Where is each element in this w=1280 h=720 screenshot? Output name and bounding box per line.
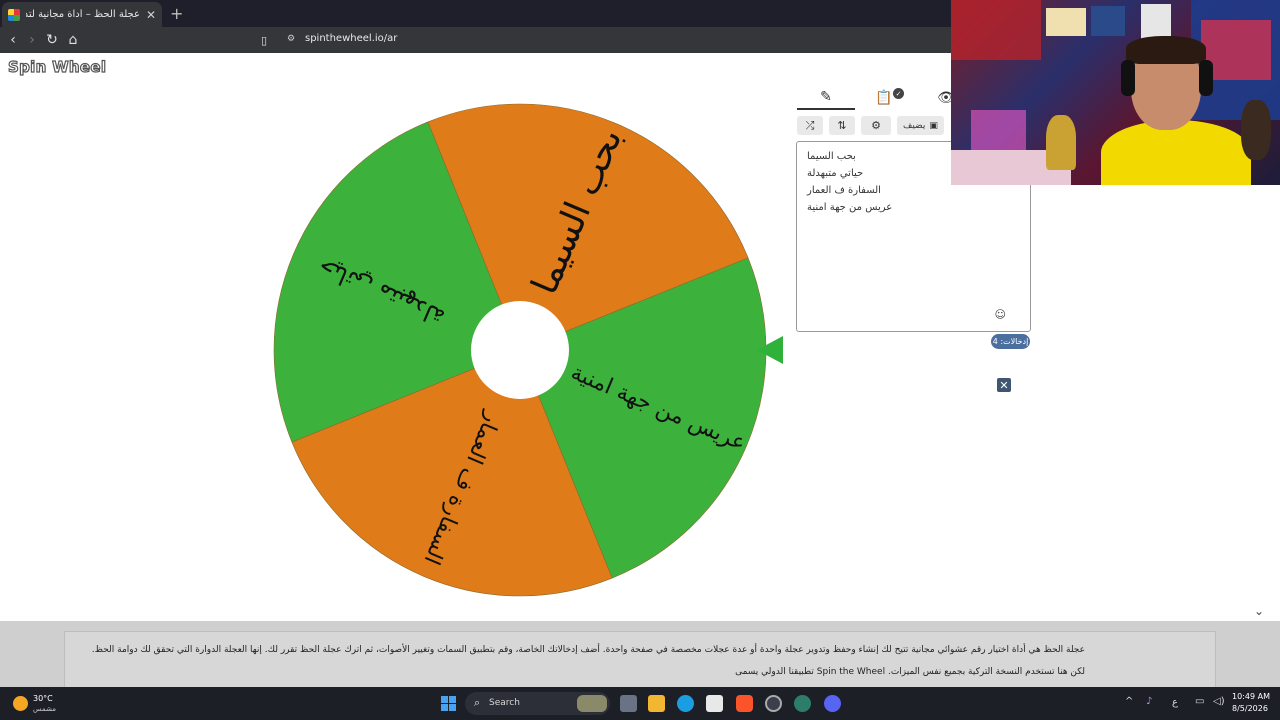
vpn-icon[interactable] — [794, 695, 811, 712]
back-icon[interactable]: ‹ — [3, 30, 23, 50]
add-label: يضيف — [903, 120, 926, 131]
chevron-down-icon[interactable]: ⌄ — [1254, 604, 1264, 618]
weather-desc: مشمس — [33, 705, 56, 713]
address-bar[interactable]: spinthewheel.io/ar — [305, 33, 397, 44]
settings-gear-icon[interactable]: ⚙ — [861, 116, 891, 135]
new-tab-button[interactable]: + — [170, 4, 183, 23]
emoji-icon[interactable]: ☺ — [995, 308, 1006, 321]
search-icon: ⌕ — [474, 696, 481, 709]
microphone-icon[interactable]: ♪ — [1146, 696, 1152, 707]
info-box: عجلة الحظ هي أداة اختيار رقم عشوائي مجان… — [64, 631, 1216, 687]
app-icon[interactable] — [765, 695, 782, 712]
widget-icon[interactable] — [577, 695, 607, 712]
sort-button[interactable]: ⇅ — [829, 116, 855, 135]
volume-icon[interactable]: ◁) — [1213, 696, 1225, 707]
wheel-center-button[interactable] — [471, 301, 569, 399]
webcam-overlay-image — [951, 0, 1280, 185]
site-info-icon[interactable]: ⚙ — [287, 34, 297, 44]
weather-sun-icon[interactable] — [13, 696, 28, 711]
windows-taskbar: 30°C مشمس ⌕ Search ^ ♪ ع ▭ ◁) 10:49 AM 8… — [0, 687, 1280, 720]
tab-close-icon[interactable]: ✕ — [146, 8, 156, 22]
clock-date[interactable]: 8/5/2026 — [1232, 704, 1268, 713]
results-badge-icon: ✓ — [893, 88, 904, 99]
add-image-button[interactable]: يضيف ▣ — [897, 116, 944, 135]
pencil-icon: ✎ — [820, 89, 832, 105]
spin-wheel[interactable]: بحب السيماعريس من جهة امنيةالسفارة ف الع… — [260, 94, 780, 604]
brave-icon[interactable] — [736, 695, 753, 712]
discord-icon[interactable] — [824, 695, 841, 712]
network-icon[interactable]: ▭ — [1195, 696, 1204, 707]
tab-results[interactable]: 📋 ✓ — [855, 86, 913, 110]
language-indicator[interactable]: ع — [1172, 697, 1178, 708]
clipboard-icon: 📋 — [875, 90, 893, 106]
image-icon: ▣ — [929, 120, 938, 131]
windows-start-icon[interactable] — [441, 696, 456, 711]
tab-title: عجلة الحظ – أداة مجانية لتدوير الع — [26, 9, 140, 20]
bookmark-icon[interactable]: ▯ — [254, 30, 274, 50]
reload-icon[interactable]: ↻ — [42, 30, 62, 50]
entries-count-badge: إدخالات: 4 — [991, 334, 1030, 349]
file-explorer-icon[interactable] — [648, 695, 665, 712]
wheel-pointer-icon — [757, 336, 783, 364]
site-logo[interactable]: Spin Wheel — [7, 57, 106, 76]
tab-edit[interactable]: ✎ — [797, 86, 855, 110]
shuffle-button[interactable]: ⤮ — [797, 116, 823, 135]
site-favicon-icon — [8, 8, 20, 21]
info-paragraph-2: لكن هنا تستخدم النسخة التركية بجميع نفس … — [735, 667, 1085, 677]
entry-line: عريس من جهة امنية — [807, 202, 893, 213]
home-icon[interactable]: ⌂ — [63, 30, 83, 50]
close-icon[interactable]: ✕ — [997, 378, 1011, 392]
tray-overflow-icon[interactable]: ^ — [1125, 696, 1133, 707]
edge-icon[interactable] — [677, 695, 694, 712]
forward-icon[interactable]: › — [22, 30, 42, 50]
search-label: Search — [489, 698, 520, 708]
browser-tab-active[interactable]: عجلة الحظ – أداة مجانية لتدوير الع ✕ — [2, 2, 162, 27]
weather-temp[interactable]: 30°C — [33, 694, 53, 703]
task-view-icon[interactable] — [620, 695, 637, 712]
info-section: عجلة الحظ هي أداة اختيار رقم عشوائي مجان… — [0, 621, 1280, 687]
info-paragraph-1: عجلة الحظ هي أداة اختيار رقم عشوائي مجان… — [91, 645, 1085, 655]
clock-time[interactable]: 10:49 AM — [1232, 692, 1270, 701]
store-icon[interactable] — [706, 695, 723, 712]
